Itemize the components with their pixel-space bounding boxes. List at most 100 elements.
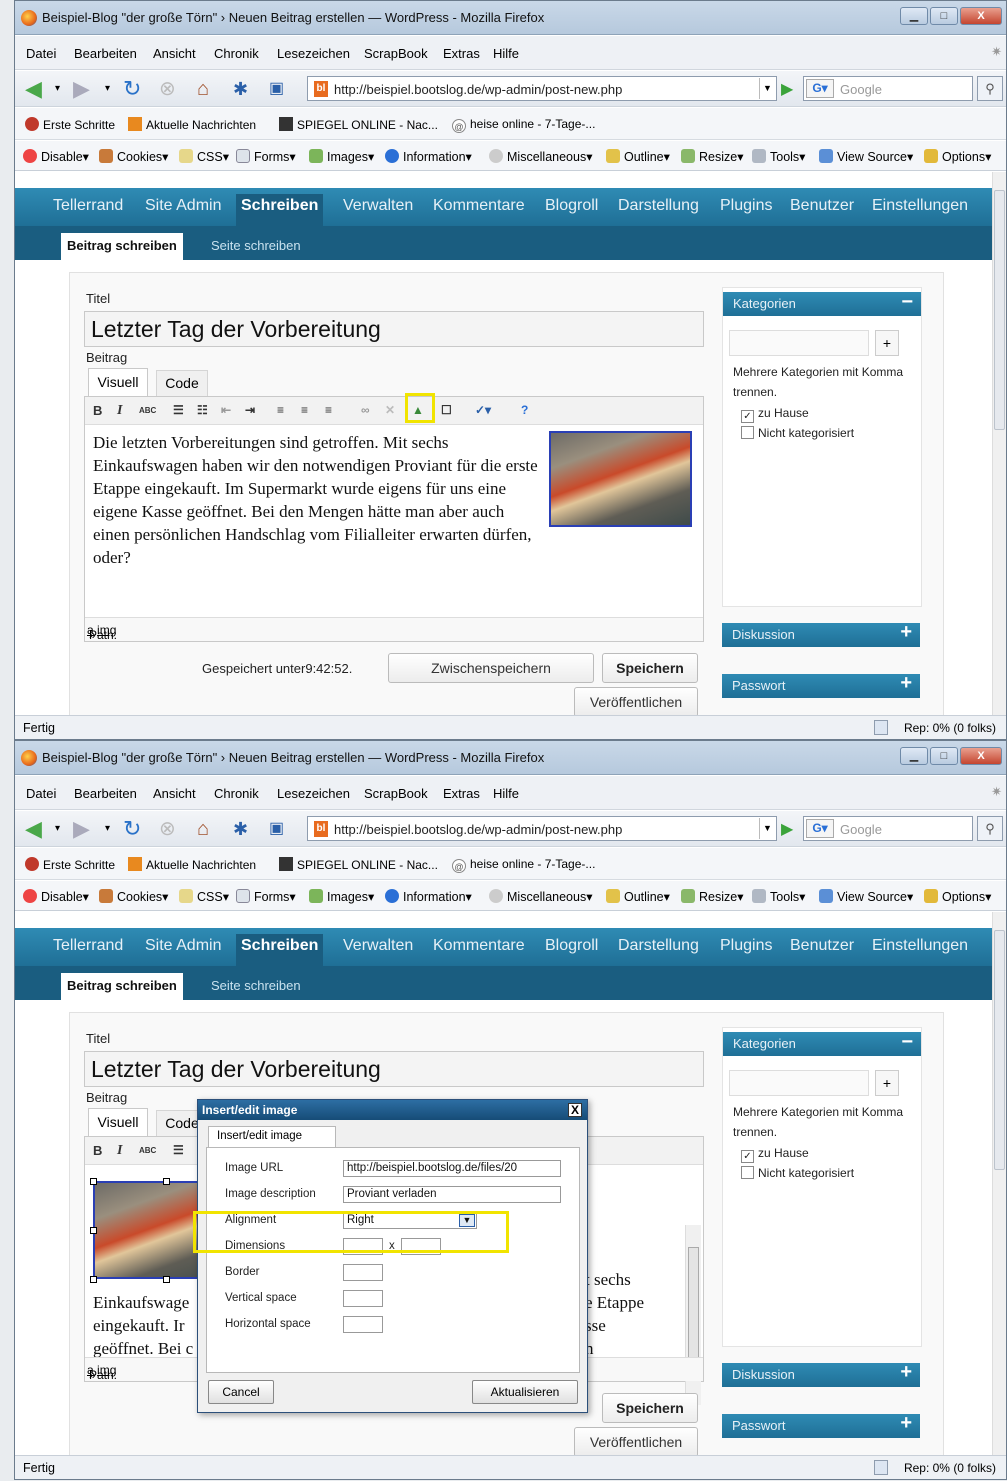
wd-outline[interactable]: Outline▾: [606, 889, 670, 904]
categories-header[interactable]: Kategorien −: [723, 1031, 921, 1056]
menu-hilfe[interactable]: Hilfe: [493, 786, 519, 801]
bookmark-erste-schritte[interactable]: Erste Schritte: [25, 117, 115, 132]
align-left-icon[interactable]: ≡: [277, 403, 284, 417]
wd-forms[interactable]: Forms▾: [236, 889, 296, 904]
menu-chronik[interactable]: Chronik: [214, 786, 259, 801]
bullet-list-icon[interactable]: ☰: [173, 403, 184, 417]
resize-handle[interactable]: [90, 1227, 97, 1234]
wp-menu-blogroll[interactable]: Blogroll: [545, 937, 598, 955]
border-input[interactable]: [343, 1264, 383, 1281]
more-tag-icon[interactable]: ☐: [441, 403, 452, 417]
wd-options[interactable]: Options▾: [924, 149, 991, 164]
category-zu-hause[interactable]: ✓ zu Hause: [741, 1146, 809, 1163]
search-placeholder[interactable]: Google: [840, 82, 882, 97]
screenshot-icon[interactable]: ▣: [269, 77, 284, 101]
forward-icon[interactable]: ▶: [73, 817, 90, 841]
expand-icon[interactable]: +: [900, 672, 912, 695]
menu-bearbeiten[interactable]: Bearbeiten: [74, 46, 137, 61]
forward-icon[interactable]: ▶: [73, 77, 90, 101]
category-nicht-kategorisiert[interactable]: Nicht kategorisiert: [741, 426, 854, 440]
wd-information[interactable]: Information▾: [385, 149, 472, 164]
wp-menu-einstellungen[interactable]: Einstellungen: [872, 937, 968, 955]
resize-handle[interactable]: [90, 1276, 97, 1283]
category-zu-hause[interactable]: ✓ zu Hause: [741, 406, 809, 423]
menu-extras[interactable]: Extras: [443, 46, 480, 61]
wd-options[interactable]: Options▾: [924, 889, 991, 904]
align-center-icon[interactable]: ≡: [301, 403, 308, 417]
bookmark-spiegel[interactable]: SPIEGEL ONLINE - Nac...: [279, 117, 438, 132]
url-bar[interactable]: bl http://beispiel.bootslog.de/wp-admin/…: [307, 816, 777, 841]
cancel-button[interactable]: Cancel: [208, 1380, 274, 1404]
reload-icon[interactable]: ↻: [123, 817, 141, 841]
wd-disable[interactable]: Disable▾: [23, 149, 89, 164]
settings-cog-icon[interactable]: ✱: [233, 77, 248, 101]
wp-menu-darstellung[interactable]: Darstellung: [618, 197, 699, 215]
wd-cookies[interactable]: Cookies▾: [99, 889, 168, 904]
forward-dropdown-icon[interactable]: ▾: [105, 77, 110, 101]
wd-miscellaneous[interactable]: Miscellaneous▾: [489, 149, 592, 164]
go-icon[interactable]: ▶: [781, 819, 793, 839]
wp-menu-tellerrand[interactable]: Tellerrand: [53, 937, 123, 955]
unlink-icon[interactable]: ✕: [385, 403, 395, 417]
wd-view-source[interactable]: View Source▾: [819, 149, 913, 164]
back-icon[interactable]: ◀: [25, 77, 42, 101]
expand-icon[interactable]: +: [900, 1361, 912, 1384]
bookmark-heise[interactable]: @ heise online - 7-Tage-...: [452, 117, 595, 133]
discussion-header[interactable]: Diskussion +: [722, 1361, 920, 1387]
wp-menu-site-admin[interactable]: Site Admin: [145, 197, 221, 215]
menu-lesezeichen[interactable]: Lesezeichen: [277, 786, 350, 801]
align-right-icon[interactable]: ≡: [325, 403, 332, 417]
resize-handle[interactable]: [163, 1178, 170, 1185]
url-bar[interactable]: bl http://beispiel.bootslog.de/wp-admin/…: [307, 76, 777, 101]
wp-menu-blogroll[interactable]: Blogroll: [545, 197, 598, 215]
expand-icon[interactable]: +: [900, 1412, 912, 1435]
strikethrough-button[interactable]: ABC: [139, 1146, 156, 1155]
collapse-icon[interactable]: −: [901, 1031, 913, 1054]
screenshot-icon[interactable]: ▣: [269, 817, 284, 841]
bookmark-erste-schritte[interactable]: Erste Schritte: [25, 857, 115, 872]
resize-handle[interactable]: [163, 1276, 170, 1283]
insert-image-icon[interactable]: ▲: [412, 403, 424, 417]
wp-menu-benutzer[interactable]: Benutzer: [790, 197, 854, 215]
stop-icon[interactable]: ⊗: [159, 77, 176, 101]
minimize-button[interactable]: ▁: [900, 7, 928, 25]
wp-menu-schreiben[interactable]: Schreiben: [236, 194, 324, 226]
password-header[interactable]: Passwort +: [722, 1412, 920, 1438]
vertical-scrollbar[interactable]: [992, 172, 1006, 715]
indent-icon[interactable]: ⇥: [245, 403, 255, 417]
google-icon[interactable]: G▾: [806, 819, 834, 838]
save-button[interactable]: Speichern: [602, 653, 698, 683]
wp-menu-benutzer[interactable]: Benutzer: [790, 937, 854, 955]
wd-tools[interactable]: Tools▾: [752, 889, 805, 904]
close-window-button[interactable]: X: [960, 747, 1002, 765]
update-button[interactable]: Aktualisieren: [472, 1380, 578, 1404]
wp-menu-verwalten[interactable]: Verwalten: [343, 937, 413, 955]
outdent-icon[interactable]: ⇤: [221, 403, 231, 417]
wp-menu-einstellungen[interactable]: Einstellungen: [872, 197, 968, 215]
image-url-input[interactable]: http://beispiel.bootslog.de/files/20: [343, 1160, 561, 1177]
search-icon[interactable]: ⚲: [977, 816, 1003, 841]
menu-datei[interactable]: Datei: [26, 786, 56, 801]
checkbox-icon[interactable]: [741, 1166, 754, 1179]
wp-menu-site-admin[interactable]: Site Admin: [145, 937, 221, 955]
menu-bearbeiten[interactable]: Bearbeiten: [74, 786, 137, 801]
wd-images[interactable]: Images▾: [309, 889, 374, 904]
tab-visuell[interactable]: Visuell: [88, 368, 148, 396]
wp-menu-schreiben[interactable]: Schreiben: [236, 934, 324, 966]
discussion-header[interactable]: Diskussion +: [722, 621, 920, 647]
draft-button[interactable]: Zwischenspeichern: [388, 653, 594, 683]
bookmark-aktuelle-nachrichten[interactable]: Aktuelle Nachrichten: [128, 117, 256, 132]
menu-datei[interactable]: Datei: [26, 46, 56, 61]
vertical-scrollbar[interactable]: [992, 912, 1006, 1455]
menu-scrapbook[interactable]: ScrapBook: [364, 786, 428, 801]
scroll-thumb[interactable]: [994, 190, 1005, 430]
wd-forms[interactable]: Forms▾: [236, 149, 296, 164]
wp-menu-darstellung[interactable]: Darstellung: [618, 937, 699, 955]
bookmark-aktuelle-nachrichten[interactable]: Aktuelle Nachrichten: [128, 857, 256, 872]
collapse-icon[interactable]: −: [901, 291, 913, 314]
maximize-button[interactable]: □: [930, 747, 958, 765]
wd-cookies[interactable]: Cookies▾: [99, 149, 168, 164]
checkbox-checked-icon[interactable]: ✓: [741, 1150, 754, 1163]
google-icon[interactable]: G▾: [806, 79, 834, 98]
vertical-space-input[interactable]: [343, 1290, 383, 1307]
